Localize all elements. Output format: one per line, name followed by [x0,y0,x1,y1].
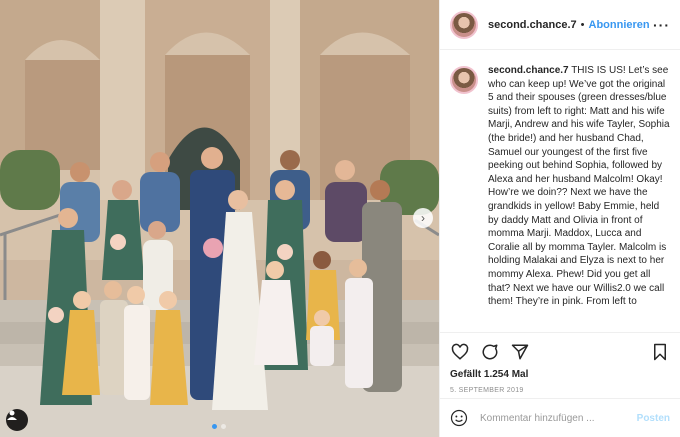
chevron-right-icon: › [421,211,425,225]
caption-avatar[interactable] [450,66,478,94]
carousel-dots [212,424,226,429]
save-button[interactable] [650,342,670,362]
tagged-users-button[interactable] [6,409,28,431]
follow-button[interactable]: Abonnieren [589,19,650,31]
likes-count[interactable]: Gefällt 1.254 Mal [450,369,670,380]
more-horizontal-icon[interactable]: ··· [653,17,670,33]
comment-icon [482,344,498,360]
caption-body: THIS IS US! Let’s see who can keep up! W… [488,65,670,308]
comment-button[interactable] [480,342,500,362]
carousel-dot [212,424,217,429]
bookmark-icon [654,343,666,361]
post-photo[interactable]: › [0,0,439,437]
post-date[interactable]: 5. SEPTEMBER 2019 [450,387,670,394]
avatar[interactable] [450,10,478,39]
comment-bar: Posten [440,398,680,437]
caption-username[interactable]: second.chance.7 [488,65,569,76]
caption-text-block: second.chance.7 THIS IS US! Let’s see wh… [488,64,670,327]
comment-input[interactable] [480,412,637,424]
heart-icon [451,343,469,360]
post-comment-button[interactable]: Posten [637,413,670,424]
post-side-panel: second.chance.7 • Abonnieren ··· second.… [439,0,680,437]
user-tag-icon [7,410,17,420]
caption: second.chance.7 THIS IS US! Let’s see wh… [440,50,680,327]
like-button[interactable] [450,342,470,362]
post-actions: Gefällt 1.254 Mal 5. SEPTEMBER 2019 [440,332,680,394]
post-header: second.chance.7 • Abonnieren ··· [440,0,680,50]
wedding-family-photo [0,0,439,437]
share-icon [511,344,529,360]
carousel-dot [221,424,226,429]
post-username[interactable]: second.chance.7 [488,19,577,31]
smiley-icon[interactable] [450,409,468,427]
share-button[interactable] [510,342,530,362]
next-image-button[interactable]: › [413,208,433,228]
separator-dot: • [580,18,585,31]
